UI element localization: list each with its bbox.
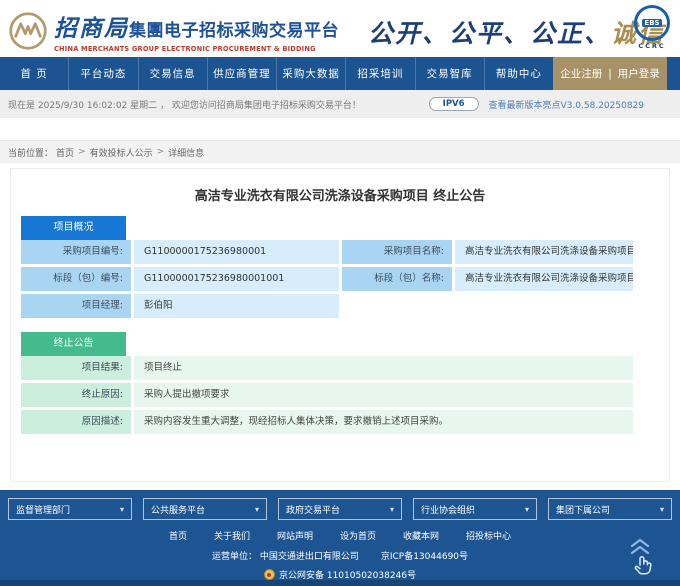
reason-value: 采购人提出撤项要求	[134, 383, 633, 407]
brand-text: 招商局集團电子招标采购交易平台 CHINA MERCHANTS GROUP EL…	[54, 9, 339, 53]
ccrc-badge-label: EBS	[642, 19, 661, 27]
nav-item-procurement-bigdata[interactable]: 采购大数据	[276, 57, 345, 90]
footer-cutoff-row	[0, 580, 680, 586]
result-label: 项目结果:	[21, 356, 131, 380]
notice-title: 高洁专业洗衣有限公司洗涤设备采购项目 终止公告	[11, 185, 669, 204]
dropdown-public-service[interactable]: 公共服务平台 ▾	[143, 498, 267, 520]
dropdown-label: 监督管理部门	[16, 503, 70, 516]
footer: 监督管理部门 ▾ 公共服务平台 ▾ 政府交易平台 ▾ 行业协会组织 ▾ 集团下属…	[0, 490, 680, 586]
register-link[interactable]: 企业注册	[560, 66, 602, 81]
manager-value: 彭伯阳	[134, 294, 339, 318]
footer-link-about[interactable]: 关于我们	[214, 529, 250, 542]
nav-item-training[interactable]: 招采培训	[345, 57, 414, 90]
top-header: 招商局集團电子招标采购交易平台 CHINA MERCHANTS GROUP EL…	[0, 0, 680, 57]
table-row: 项目结果: 项目终止	[21, 356, 669, 380]
table-row: 标段（包）编号: G1100000175236980001001 标段（包）名称…	[21, 267, 669, 291]
auth-divider: |	[608, 68, 612, 80]
slogan: 公开、公平、公正、诚信	[368, 14, 665, 50]
project-no-value: G1100000175236980001	[134, 240, 339, 264]
site-logo[interactable]: 招商局集團电子招标采购交易平台 CHINA MERCHANTS GROUP EL…	[8, 9, 339, 53]
project-name-value: 高洁专业洗衣有限公司洗涤设备采购项目	[455, 240, 633, 264]
dropdown-industry-assoc[interactable]: 行业协会组织 ▾	[413, 498, 537, 520]
project-name-label: 采购项目名称:	[342, 240, 452, 264]
cmg-logo-icon	[8, 11, 48, 51]
brand-cn-main: 招商局	[54, 15, 129, 42]
footer-link-statement[interactable]: 网站声明	[277, 529, 313, 542]
hand-cursor-icon	[632, 554, 654, 582]
icp-number: 京ICP备13044690号	[381, 549, 468, 562]
footer-link-home[interactable]: 首页	[169, 529, 187, 542]
breadcrumb-home-link[interactable]: 首页	[56, 146, 74, 159]
reason-label: 终止原因:	[21, 383, 131, 407]
project-no-label: 采购项目编号:	[21, 240, 131, 264]
section-name-value: 高洁专业洗衣有限公司洗涤设备采购项目	[455, 267, 633, 291]
footer-link-set-homepage[interactable]: 设为首页	[340, 529, 376, 542]
page: 招商局集團电子招标采购交易平台 CHINA MERCHANTS GROUP EL…	[0, 0, 680, 586]
tab-project-overview[interactable]: 项目概况	[21, 216, 126, 240]
chevron-down-icon: ▾	[255, 505, 259, 514]
nav-item-home[interactable]: 首 页	[0, 57, 68, 90]
operator-text: 运营单位： 中国交通进出口有限公司	[212, 549, 359, 562]
nav-item-trade-info[interactable]: 交易信息	[138, 57, 207, 90]
chevron-down-icon: ▾	[660, 505, 664, 514]
brand-en: CHINA MERCHANTS GROUP ELECTRONIC PROCURE…	[54, 45, 339, 53]
nav-auth-area: 企业注册 | 用户登录	[553, 57, 667, 90]
nav-spacer	[667, 57, 680, 90]
chevron-down-icon: ▾	[525, 505, 529, 514]
nav-item-platform-news[interactable]: 平台动态	[68, 57, 137, 90]
chevron-down-icon: ▾	[120, 505, 124, 514]
notice-card: 高洁专业洗衣有限公司洗涤设备采购项目 终止公告 项目概况 采购项目编号: G11…	[10, 168, 670, 482]
breadcrumb-current: 详细信息	[168, 146, 204, 159]
tab-termination-notice[interactable]: 终止公告	[21, 332, 126, 356]
ipv6-button[interactable]: IPV6	[429, 97, 479, 111]
public-security-badge-icon	[264, 569, 275, 580]
breadcrumb: 当前位置： 首页 > 有效投标人公示 > 详细信息	[0, 140, 680, 163]
dropdown-label: 行业协会组织	[421, 503, 475, 516]
table-row: 采购项目编号: G1100000175236980001 采购项目名称: 高洁专…	[21, 240, 669, 264]
section-no-label: 标段（包）编号:	[21, 267, 131, 291]
table-row: 终止原因: 采购人提出撤项要求	[21, 383, 669, 407]
footer-operator-row: 运营单位： 中国交通进出口有限公司 京ICP备13044690号	[0, 549, 680, 562]
main-nav: 首 页 平台动态 交易信息 供应商管理 采购大数据 招采培训 交易智库 帮助中心…	[0, 57, 680, 90]
welcome-text: 现在是 2025/9/30 16:02:02 星期二 ， 欢迎您访问招商局集团电…	[8, 98, 361, 111]
ccrc-badge-icon: EBS CCRC	[630, 5, 674, 50]
brand-cn-rest: 集團电子招标采购交易平台	[129, 21, 339, 41]
dropdown-label: 政府交易平台	[286, 503, 340, 516]
footer-link-bookmark[interactable]: 收藏本网	[403, 529, 439, 542]
table-row: 原因描述: 采购内容发生重大调整，现经招标人集体决策，要求撤销上述项目采购。	[21, 410, 669, 434]
nav-item-knowledge-base[interactable]: 交易智库	[415, 57, 484, 90]
manager-label: 项目经理:	[21, 294, 131, 318]
section-no-value: G1100000175236980001001	[134, 267, 339, 291]
nav-item-supplier-mgmt[interactable]: 供应商管理	[207, 57, 276, 90]
section-name-label: 标段（包）名称:	[342, 267, 452, 291]
info-bar: 现在是 2025/9/30 16:02:02 星期二 ， 欢迎您访问招商局集团电…	[0, 90, 680, 118]
dropdown-supervision[interactable]: 监督管理部门 ▾	[8, 498, 132, 520]
dropdown-gov-trade[interactable]: 政府交易平台 ▾	[278, 498, 402, 520]
table-row: 项目经理: 彭伯阳	[21, 294, 669, 318]
desc-label: 原因描述:	[21, 410, 131, 434]
breadcrumb-section-link[interactable]: 有效投标人公示	[90, 146, 153, 159]
footer-dropdown-row: 监督管理部门 ▾ 公共服务平台 ▾ 政府交易平台 ▾ 行业协会组织 ▾ 集团下属…	[0, 490, 680, 520]
nav-item-help-center[interactable]: 帮助中心	[484, 57, 553, 90]
chevron-down-icon: ▾	[390, 505, 394, 514]
footer-link-bidding-center[interactable]: 招投标中心	[466, 529, 511, 542]
desc-value: 采购内容发生重大调整，现经招标人集体决策，要求撤销上述项目采购。	[134, 410, 633, 434]
dropdown-label: 集团下属公司	[556, 503, 610, 516]
dropdown-group-subsidiaries[interactable]: 集团下属公司 ▾	[548, 498, 672, 520]
breadcrumb-separator: >	[78, 147, 86, 157]
login-link[interactable]: 用户登录	[618, 66, 660, 81]
ccrc-badge-caption: CCRC	[630, 42, 674, 50]
version-link[interactable]: 查看最新版本亮点V3.0.58.20250829	[489, 98, 644, 111]
footer-links: 首页 关于我们 网站声明 设为首页 收藏本网 招投标中心	[0, 529, 680, 542]
breadcrumb-label: 当前位置：	[8, 146, 53, 159]
result-value: 项目终止	[134, 356, 633, 380]
dropdown-label: 公共服务平台	[151, 503, 205, 516]
slogan-main: 公开、公平、公正、	[368, 19, 611, 48]
breadcrumb-separator: >	[157, 147, 165, 157]
